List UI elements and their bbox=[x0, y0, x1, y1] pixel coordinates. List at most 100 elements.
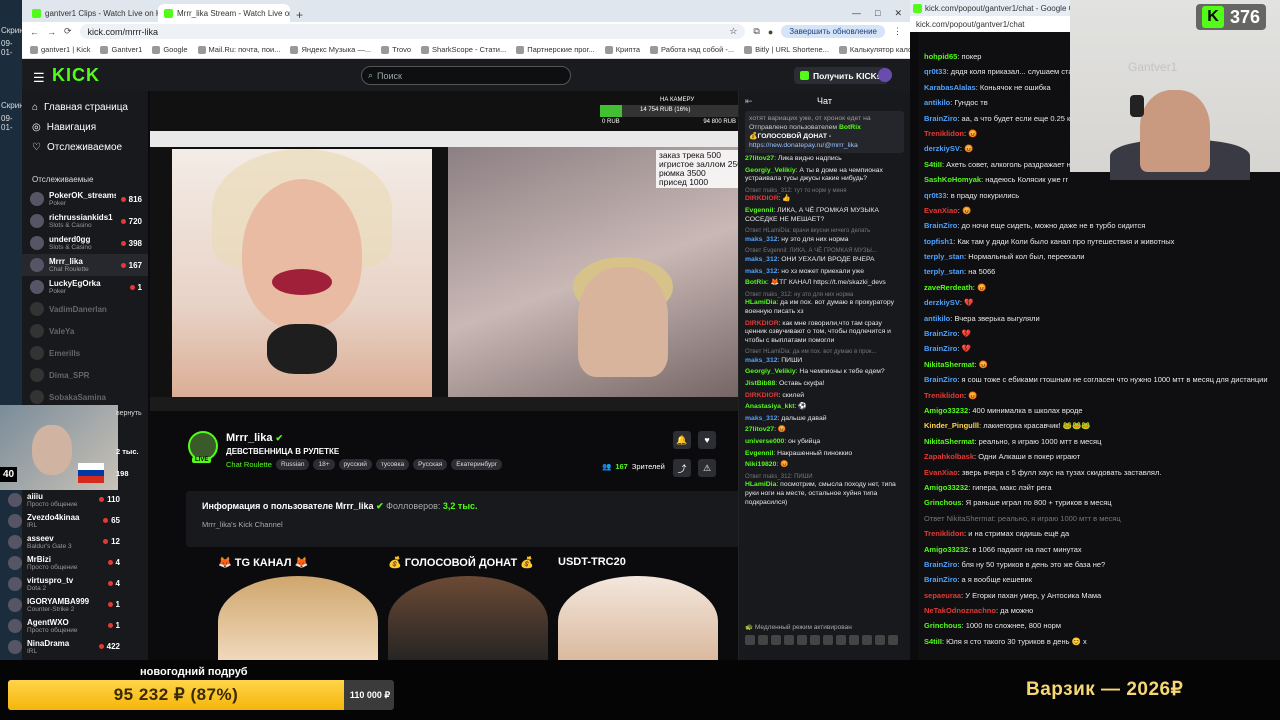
sidebar-channel[interactable]: NinaDrama IRL 422 bbox=[0, 636, 126, 657]
bookmark-item[interactable]: Google bbox=[152, 45, 188, 54]
bookmark-item[interactable]: Крипта bbox=[604, 45, 640, 54]
chat-username[interactable]: BrainZiro bbox=[924, 560, 957, 569]
share-icon[interactable]: ⤴ bbox=[673, 459, 691, 477]
close-window-icon[interactable]: ✕ bbox=[894, 8, 902, 19]
sidebar-channel[interactable]: PokerOK_streams Poker 816 bbox=[22, 188, 148, 210]
chat-username[interactable]: topfish1 bbox=[924, 237, 953, 246]
nav-item[interactable]: ◎ Навигация bbox=[22, 117, 148, 137]
extensions-icon[interactable]: ⧉ bbox=[753, 26, 759, 37]
nav-item[interactable]: ♡ Отслеживаемое bbox=[22, 137, 148, 157]
chat-username[interactable]: Niki19820 bbox=[745, 461, 776, 468]
chat-username[interactable]: zaveRerdeath bbox=[924, 283, 973, 292]
chat-username[interactable]: DIRKDIOR bbox=[745, 195, 779, 202]
chat-username[interactable]: antikilo bbox=[924, 314, 950, 323]
nav-item[interactable]: ⌂ Главная страница bbox=[22, 97, 148, 117]
chat-username[interactable]: S4tiII bbox=[924, 160, 942, 169]
notification-bell-icon[interactable]: 🔔 bbox=[673, 431, 691, 449]
hamburger-menu-icon[interactable]: ☰ bbox=[33, 70, 45, 86]
emote-icon[interactable] bbox=[797, 635, 807, 645]
panel-image-usdt[interactable] bbox=[558, 576, 718, 666]
chat-username[interactable]: sepaeuraa bbox=[924, 591, 961, 600]
user-avatar[interactable] bbox=[878, 68, 892, 82]
chat-username[interactable]: Kinder_Pingulll bbox=[924, 421, 979, 430]
get-kicks-button[interactable]: Получить KICKs bbox=[794, 67, 888, 84]
sidebar-channel[interactable]: Zvezdo4kinaa IRL 65 bbox=[0, 510, 126, 531]
emote-icon[interactable] bbox=[745, 635, 755, 645]
stream-tag[interactable]: русский bbox=[338, 459, 372, 470]
chat-username[interactable]: DIRKDIOR bbox=[745, 320, 779, 327]
bookmark-item[interactable]: Mail.Ru: почта, пои... bbox=[197, 45, 280, 54]
chat-username[interactable]: Evgennil bbox=[745, 450, 773, 457]
star-icon[interactable]: ☆ bbox=[729, 26, 737, 37]
chat-username[interactable]: NikitaShermat bbox=[924, 437, 974, 446]
sidebar-channel[interactable]: ValeYa bbox=[22, 320, 148, 342]
chat-username[interactable]: BrainZiro bbox=[924, 329, 957, 338]
pinned-link[interactable]: https://new.donatepay.ru/@mrrr_lika bbox=[749, 142, 858, 149]
search-input[interactable]: ⌕ Поиск bbox=[361, 66, 571, 85]
chat-username[interactable]: Grinchous bbox=[924, 621, 962, 630]
emote-icon[interactable] bbox=[810, 635, 820, 645]
chat-username[interactable]: 27litov27 bbox=[745, 155, 774, 162]
stream-tag[interactable]: Russian bbox=[276, 459, 310, 470]
chat-username[interactable]: DIRKDIOR bbox=[745, 392, 779, 399]
chat-username[interactable]: terply_stan bbox=[924, 267, 964, 276]
chat-username[interactable]: HLamiDia bbox=[745, 481, 776, 488]
chat-username[interactable]: 27litov27 bbox=[745, 426, 774, 433]
chat-username[interactable]: maks_312 bbox=[745, 415, 778, 422]
stream-tag[interactable]: 18+ bbox=[313, 459, 335, 470]
chat-username[interactable]: HLamiDia bbox=[745, 299, 776, 306]
chat-username[interactable]: Treniklidon bbox=[924, 129, 964, 138]
sidebar-channel[interactable]: AgentWXO Просто общение 1 bbox=[0, 615, 126, 636]
bookmark-item[interactable]: SharkScope - Стати... bbox=[421, 45, 506, 54]
emote-icon[interactable] bbox=[836, 635, 846, 645]
maximize-icon[interactable]: □ bbox=[875, 8, 880, 19]
chat-username[interactable]: maks_312 bbox=[745, 256, 778, 263]
sidebar-channel[interactable]: asseev Baldur's Gate 3 12 bbox=[0, 531, 126, 552]
chat-username[interactable]: KarabasAlalas bbox=[924, 83, 976, 92]
chat-username[interactable]: Anastasiya_kkt bbox=[745, 403, 795, 410]
chat-username[interactable]: hohpid65 bbox=[924, 52, 957, 61]
chat-username[interactable]: SashKoHomyak bbox=[924, 175, 981, 184]
chat-username[interactable]: universe000 bbox=[745, 438, 784, 445]
sidebar-channel[interactable]: IGORYAMBA999 Counter-Strike 2 1 bbox=[0, 594, 126, 615]
new-tab-icon[interactable]: + bbox=[290, 8, 309, 22]
url-input[interactable]: kick.com/mrrr-lika ☆ bbox=[79, 24, 746, 39]
emote-icon[interactable] bbox=[888, 635, 898, 645]
chat-username[interactable]: Evgennil bbox=[745, 207, 773, 214]
sidebar-channel[interactable]: underd0gg Slots & Casino 398 bbox=[22, 232, 148, 254]
chat-username[interactable]: maks_312 bbox=[745, 268, 778, 275]
emote-icon[interactable] bbox=[758, 635, 768, 645]
chat-username[interactable]: NikitaShermat bbox=[924, 360, 974, 369]
bookmark-item[interactable]: Bitly | URL Shortene... bbox=[744, 45, 829, 54]
reload-icon[interactable]: ⟳ bbox=[64, 26, 72, 37]
chat-username[interactable]: Georgiy_Velikiy bbox=[745, 368, 796, 375]
collapse-chat-icon[interactable]: ⇤ bbox=[745, 96, 753, 107]
video-player[interactable]: НА КАМЕРУ 14 754 RUB (16%) 0 RUB 94 800 … bbox=[150, 91, 750, 411]
chat-username[interactable]: BotRix bbox=[745, 279, 767, 286]
bookmark-item[interactable]: Работа над собой -... bbox=[650, 45, 734, 54]
chat-username[interactable]: BrainZiro bbox=[924, 221, 957, 230]
chat-username[interactable]: terply_stan bbox=[924, 252, 964, 261]
stream-tag[interactable]: Екатеринбург bbox=[451, 459, 503, 470]
tab-gantver-clips[interactable]: gantver1 Clips - Watch Live on Kick✕ bbox=[26, 4, 158, 22]
minimize-icon[interactable]: — bbox=[852, 8, 861, 19]
panel-image-donate[interactable] bbox=[388, 576, 548, 666]
chat-username[interactable]: EvanXiao bbox=[924, 206, 958, 215]
sidebar-channel[interactable]: Mrrr_lika Chat Roulette 167 bbox=[22, 254, 148, 276]
menu-icon[interactable]: ⋮ bbox=[893, 26, 902, 37]
chat-username[interactable]: EvanXiao bbox=[924, 468, 958, 477]
bookmark-item[interactable]: Партнерские прог... bbox=[516, 45, 595, 54]
chat-username[interactable]: Georgiy_Velikiy bbox=[745, 167, 796, 174]
emote-icon[interactable] bbox=[771, 635, 781, 645]
chat-username[interactable]: derzkiySV bbox=[924, 298, 960, 307]
sidebar-channel[interactable]: MrBizi Просто общение 4 bbox=[0, 552, 126, 573]
panel-title-tg[interactable]: 🦊 TG КАНАЛ 🦊 bbox=[218, 556, 308, 569]
report-icon[interactable]: ⚠ bbox=[698, 459, 716, 477]
chat-username[interactable]: derzkiySV bbox=[924, 144, 960, 153]
panel-title-usdt[interactable]: USDT-TRC20 bbox=[558, 556, 626, 568]
sidebar-channel[interactable]: Emerills bbox=[22, 342, 148, 364]
back-icon[interactable]: ← bbox=[30, 27, 39, 37]
chat-username[interactable]: maks_312 bbox=[745, 357, 778, 364]
chat-username[interactable]: BrainZiro bbox=[924, 344, 957, 353]
bookmark-item[interactable]: Калькулятор калор... bbox=[838, 45, 910, 54]
